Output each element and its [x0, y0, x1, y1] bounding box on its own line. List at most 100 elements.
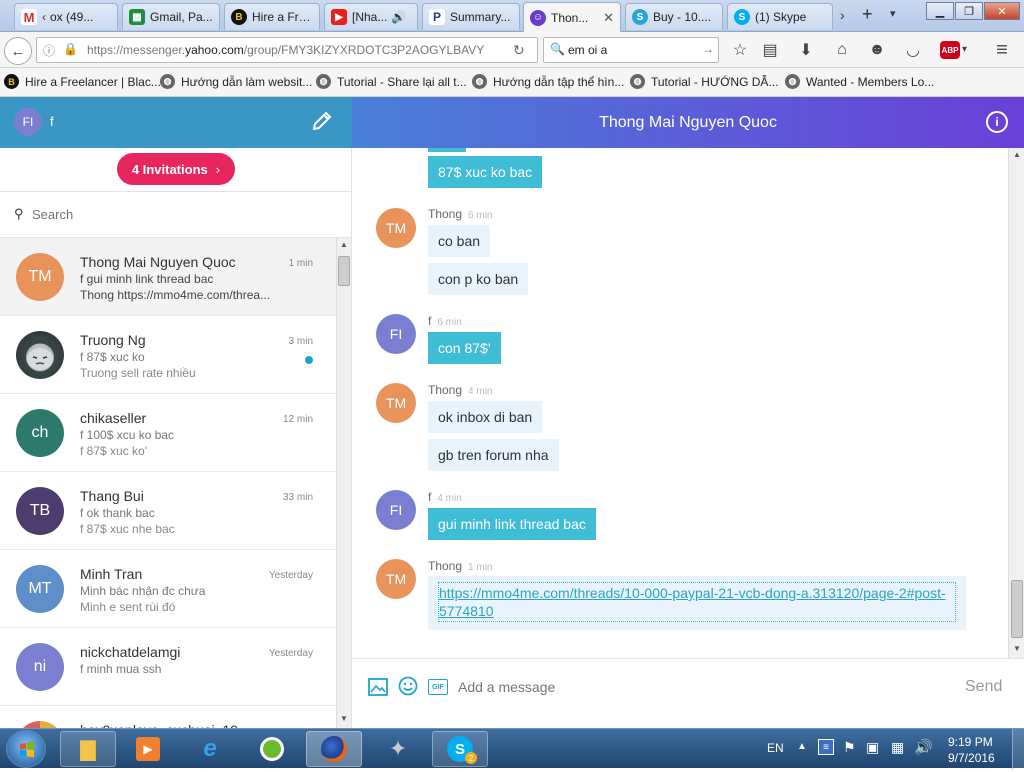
media-taskbar-button[interactable]: ▶ [120, 731, 176, 767]
hello-icon[interactable]: ☻ [867, 40, 887, 60]
maximize-icon[interactable]: ❐ [955, 2, 983, 20]
conversation-item[interactable]: ni nickchatdelamgi f minh mua ssh Yester… [0, 628, 336, 706]
search-go-icon[interactable]: → [702, 42, 714, 56]
bookmark-item[interactable]: ◍ Hướng dẫn tập thể hìn... [472, 74, 624, 89]
flag-icon[interactable]: ⚑ [843, 739, 856, 756]
tab-sheets[interactable]: ▦ Gmail, Pa... [122, 3, 220, 30]
tool-taskbar-button[interactable]: ✦ [370, 731, 426, 767]
adblock-dropdown-icon[interactable]: ▾ [962, 44, 967, 55]
skype-taskbar-button[interactable]: S 2 [432, 731, 488, 767]
search-bar[interactable]: 🔍 em oi a → [543, 37, 719, 63]
scroll-down-icon[interactable]: ▼ [1013, 644, 1021, 653]
speaker-icon[interactable]: 🔊 [391, 10, 406, 24]
chat-messages: 87$ xuc ko bac TM Thong 6 min co ban con … [352, 148, 1024, 658]
gif-icon[interactable]: GIF [428, 679, 448, 695]
tray-app-icon[interactable]: ≡ [818, 739, 834, 755]
reload-icon[interactable]: ↻ [513, 42, 525, 59]
tab-paypal[interactable]: P Summary... [422, 3, 520, 30]
close-tab-icon[interactable]: ✕ [599, 10, 614, 26]
new-tab-icon[interactable]: + [862, 4, 873, 25]
start-button[interactable] [6, 730, 46, 768]
bookmark-star-icon[interactable]: ☆ [730, 40, 750, 60]
avatar-initials: FI [22, 115, 34, 129]
scroll-down-icon[interactable]: ▼ [340, 714, 348, 723]
language-indicator[interactable]: EN [767, 741, 784, 755]
bookmark-item[interactable]: ◍ Wanted - Members Lo... [785, 74, 934, 89]
tab-buy[interactable]: S Buy - 10.... [625, 3, 723, 30]
bookmark-item[interactable]: ◍ Tutorial - HƯỚNG DẪ... [630, 74, 778, 89]
emoji-icon[interactable] [398, 676, 418, 699]
conversation-item[interactable]: ch chikaseller f 100$ xcu ko bac f 87$ x… [0, 394, 336, 472]
avatar[interactable]: FI [14, 108, 42, 136]
conversation-preview: f 87$ xuc nhe bac [80, 522, 175, 536]
firefox-taskbar-button[interactable] [306, 731, 362, 767]
browser-nav-bar: ← ⓘ 🔒 https://messenger.yahoo.com/group/… [0, 32, 1024, 68]
chat-scrollbar[interactable]: ▲ ▼ [1008, 148, 1024, 658]
volume-icon[interactable]: 🔊 [914, 738, 933, 756]
folder-icon: ▇ [80, 738, 96, 761]
network-icon[interactable]: ▦ [891, 739, 904, 756]
image-icon[interactable] [368, 678, 388, 699]
tab-label: Summary... [450, 10, 511, 24]
sidebar-scrollbar[interactable]: ▲ ▼ [336, 238, 351, 728]
tab-messenger[interactable]: ☺ Thon... ✕ [523, 2, 621, 32]
info-icon[interactable]: ⓘ [43, 42, 55, 59]
send-button[interactable]: Send [965, 678, 1002, 696]
user-name: f [50, 114, 54, 129]
info-icon[interactable]: i [986, 111, 1008, 133]
conversation-item[interactable]: TB Thang Bui f ok thank bac f 87$ xuc nh… [0, 472, 336, 550]
back-arrow-icon[interactable]: ← [4, 37, 32, 65]
bookmark-item[interactable]: B Hire a Freelancer | Blac... [4, 74, 161, 89]
pocket-icon[interactable]: ◡ [903, 40, 923, 60]
close-window-icon[interactable]: ✕ [984, 2, 1020, 20]
tab-scroll-left-icon[interactable]: ‹ [42, 10, 46, 24]
show-desktop-button[interactable] [1012, 729, 1024, 769]
ie-taskbar-button[interactable]: e [182, 731, 238, 767]
home-icon[interactable]: ⌂ [832, 40, 852, 60]
minimize-icon[interactable]: ▁ [926, 2, 954, 20]
conversation-item[interactable]: MT Minh Tran Minh bác nhận đc chưa Minh … [0, 550, 336, 628]
tab-gmail[interactable]: M ‹ ox (49... [14, 3, 118, 30]
avatar-initials: ch [31, 424, 49, 441]
conversation-item[interactable]: hoy9xeplove_cuchuoi_19 [0, 706, 336, 728]
search-input[interactable] [32, 204, 322, 224]
tray-expand-icon[interactable]: ▲ [797, 741, 807, 752]
tray-tool-icon[interactable]: ▣ [866, 739, 879, 756]
message-bubble: gui minh link thread bac [428, 508, 596, 540]
clock-time[interactable]: 9:19 PM [948, 735, 993, 749]
scrollbar-thumb[interactable] [338, 256, 350, 286]
menu-icon[interactable]: ≡ [992, 39, 1012, 61]
conversation-item[interactable]: Truong Ng f 87$ xuc ko Truong sell rate … [0, 316, 336, 394]
scroll-up-icon[interactable]: ▲ [340, 240, 348, 249]
message-link[interactable]: 5774810 [439, 603, 955, 619]
scrollbar-thumb[interactable] [1011, 580, 1023, 638]
tab-list-icon[interactable]: ▾ [890, 7, 896, 20]
tab-freelancer[interactable]: B Hire a Fre... [224, 3, 320, 30]
tab-scroll-right-icon[interactable]: › [840, 7, 845, 23]
coccoc-taskbar-button[interactable] [244, 731, 300, 767]
tab-skype[interactable]: S (1) Skype [727, 3, 833, 30]
message-link[interactable]: https://mmo4me.com/threads/10-000-paypal… [439, 585, 955, 601]
search-input[interactable]: em oi a [568, 43, 607, 57]
avatar-initials: MT [28, 580, 52, 597]
explorer-taskbar-button[interactable]: ▇ [60, 731, 116, 767]
scroll-up-icon[interactable]: ▲ [1013, 150, 1021, 159]
site-icon: S [632, 9, 648, 25]
clock-date[interactable]: 9/7/2016 [948, 751, 995, 765]
compose-icon[interactable] [310, 109, 334, 136]
url-text[interactable]: https://messenger.yahoo.com/group/FMY3KI… [87, 43, 484, 57]
url-bar[interactable]: ⓘ 🔒 https://messenger.yahoo.com/group/FM… [36, 37, 538, 63]
unread-dot [305, 356, 313, 364]
download-icon[interactable]: ⬇ [796, 40, 816, 60]
reading-list-icon[interactable]: ▤ [760, 40, 780, 60]
tab-youtube[interactable]: ▶ [Nha... 🔊 [324, 3, 418, 30]
invitations-button[interactable]: 4 Invitations › [117, 153, 235, 185]
conversation-item[interactable]: TM Thong Mai Nguyen Quoc f gui minh link… [0, 238, 336, 316]
adblock-icon[interactable]: ABP [940, 41, 960, 59]
message-input[interactable] [458, 675, 938, 699]
bookmark-item[interactable]: ◍ Tutorial - Share lại all t... [316, 74, 467, 89]
bookmark-item[interactable]: ◍ Hướng dẫn làm websit... [160, 74, 312, 89]
message-bubble: co ban [428, 225, 491, 257]
freelancer-icon: B [231, 9, 247, 25]
avatar [16, 721, 64, 728]
